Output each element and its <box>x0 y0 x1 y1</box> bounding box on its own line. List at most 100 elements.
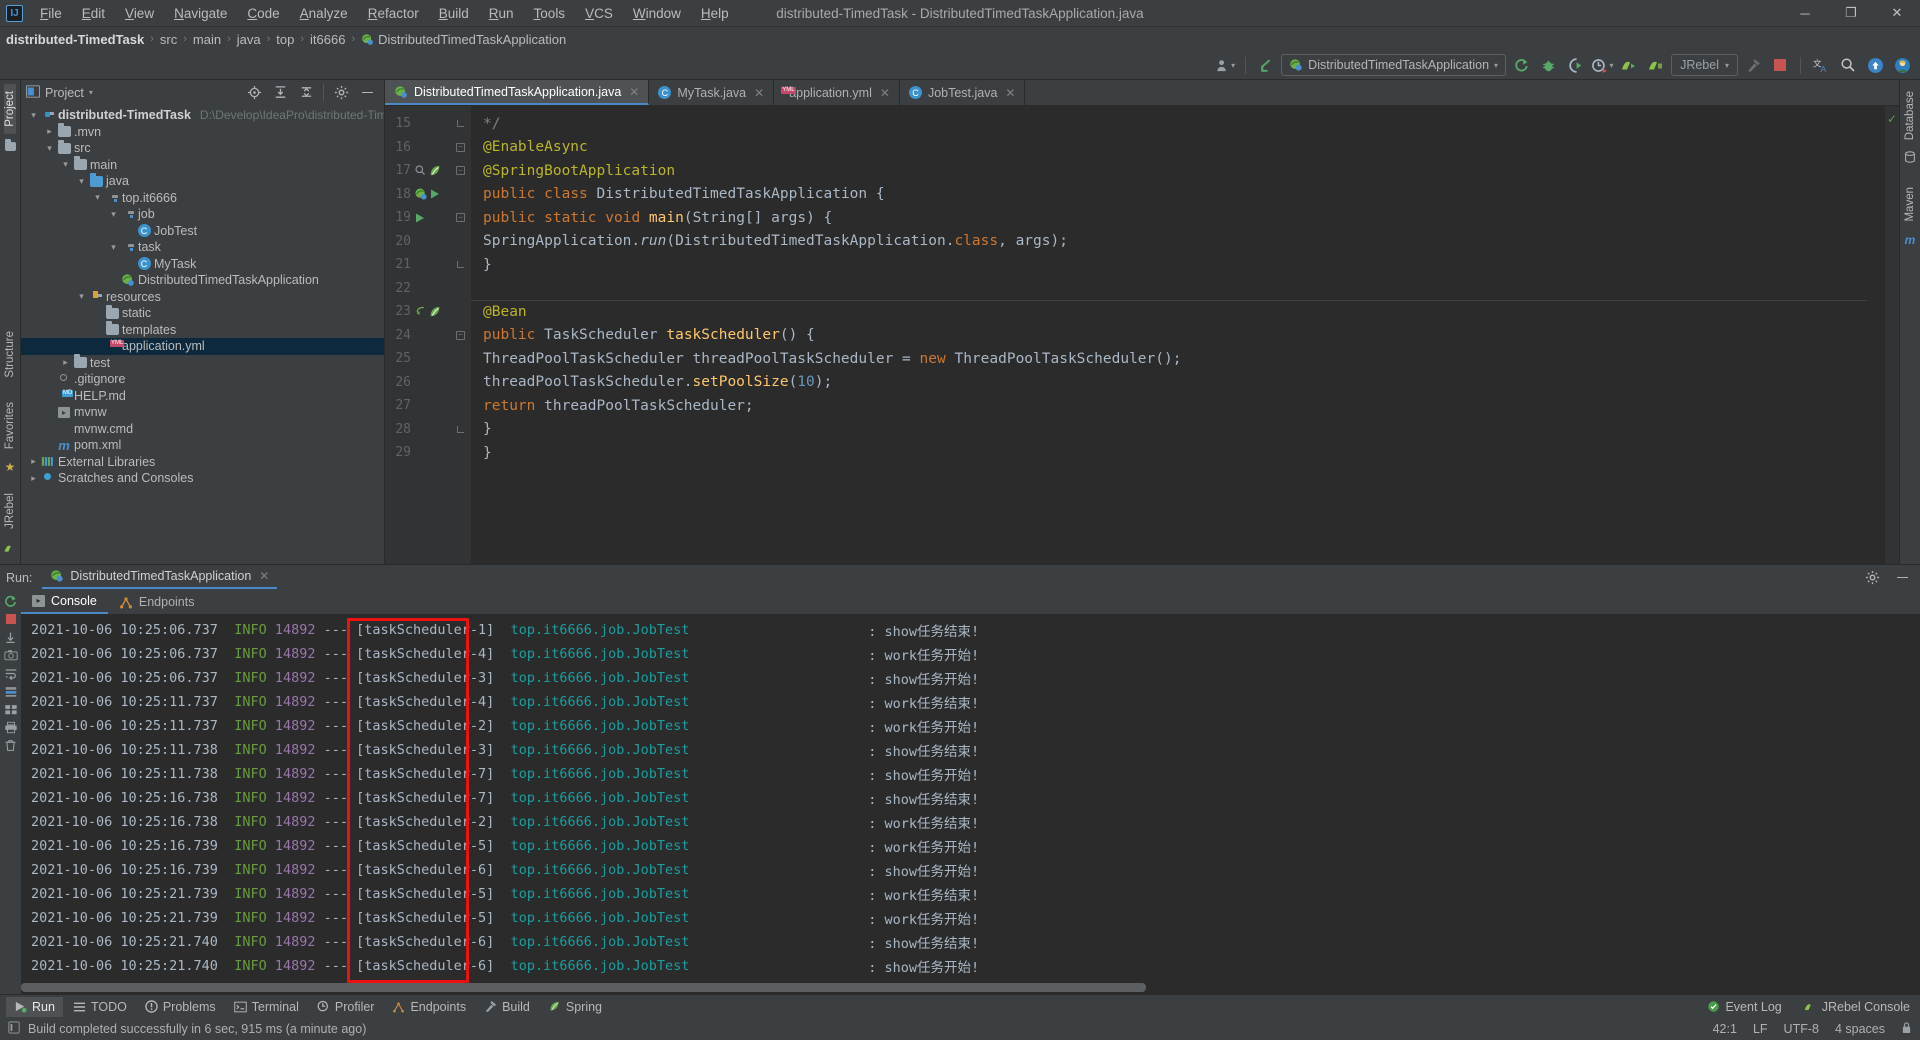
project-tree[interactable]: ▾ distributed-TimedTask D:\Develop\IdeaPro… <box>21 105 384 564</box>
code-line[interactable]: public class DistributedTimedTaskApplica… <box>471 183 1885 207</box>
tree-node-task[interactable]: ▾ task <box>21 239 384 256</box>
tool-window-button-todo[interactable]: TODO <box>65 997 135 1017</box>
code-content[interactable]: */@EnableAsync @SpringBootApplication publ… <box>471 106 1885 564</box>
sidebar-item-maven[interactable]: Maven <box>1904 180 1916 229</box>
gutter-line[interactable]: 19 − <box>385 206 471 230</box>
gutter-line[interactable]: 24 − <box>385 324 471 348</box>
breadcrumb-item-src[interactable]: src <box>160 32 177 47</box>
caret-position[interactable]: 42:1 <box>1713 1022 1737 1036</box>
run-gutter-icon[interactable] <box>429 188 441 200</box>
hammer-icon[interactable] <box>1741 53 1765 77</box>
tree-node-jobtest[interactable]: C JobTest <box>21 223 384 240</box>
translate-icon[interactable]: 文A <box>1809 53 1833 77</box>
sidebar-item-structure[interactable]: Structure <box>4 324 16 385</box>
close-icon[interactable]: ✕ <box>880 86 890 100</box>
code-line[interactable]: @Bean <box>471 300 1885 324</box>
tool-window-button-endpoints[interactable]: Endpoints <box>384 997 474 1017</box>
chevron-down-icon[interactable]: ▾ <box>59 159 72 170</box>
editor-tab-jobtest-java[interactable]: C JobTest.java ✕ <box>900 80 1026 105</box>
lock-icon[interactable] <box>1901 1021 1912 1037</box>
chevron-down-icon[interactable]: ▾ <box>89 88 93 97</box>
spring-leaf-icon[interactable] <box>428 164 442 178</box>
search-everywhere-icon[interactable] <box>1836 53 1860 77</box>
menu-item-vcs[interactable]: VCS <box>576 3 622 24</box>
gutter-line[interactable]: 26 <box>385 371 471 395</box>
inspection-ok-icon[interactable]: ✓ <box>1887 112 1897 126</box>
code-line[interactable]: public TaskScheduler taskScheduler() { <box>471 324 1885 348</box>
gutter-line[interactable]: 21 <box>385 253 471 277</box>
close-icon[interactable]: ✕ <box>754 86 764 100</box>
gear-icon[interactable] <box>329 81 353 105</box>
gutter-line[interactable]: 25 <box>385 347 471 371</box>
chevron-right-icon[interactable]: ▸ <box>59 357 72 368</box>
menu-item-build[interactable]: Build <box>430 3 478 24</box>
indent-setting[interactable]: 4 spaces <box>1835 1022 1885 1036</box>
editor-scroll-markers[interactable]: ✓ <box>1885 106 1899 564</box>
gutter-line[interactable]: 17 − <box>385 159 471 183</box>
breadcrumb-item-distributedtimedtaskapplication[interactable]: DistributedTimedTaskApplication <box>361 32 566 47</box>
code-line[interactable]: } <box>471 418 1885 442</box>
tree-node-java[interactable]: ▾ java <box>21 172 384 190</box>
editor-tab-distributedtimedtaskapplication-java[interactable]: DistributedTimedTaskApplication.java ✕ <box>385 80 650 105</box>
tree-node-mvnw[interactable]: ▸ mvnw <box>21 404 384 421</box>
run-subtab-endpoints[interactable]: Endpoints <box>108 590 206 614</box>
update-project-icon[interactable] <box>1254 53 1278 77</box>
chevron-right-icon[interactable]: ▸ <box>27 456 40 467</box>
code-line[interactable]: } <box>471 253 1885 277</box>
gutter-icons[interactable] <box>414 164 442 178</box>
fold-end-icon[interactable] <box>456 425 465 434</box>
debug-icon[interactable] <box>1536 53 1560 77</box>
avatar-icon[interactable]: ▾ <box>1213 53 1237 77</box>
gutter-line[interactable]: 27 <box>385 394 471 418</box>
code-line[interactable]: SpringApplication. run(DistributedTimedTa… <box>471 230 1885 254</box>
jrebel-strip-icon[interactable] <box>3 542 17 558</box>
tree-node-pom-xml[interactable]: m pom.xml <box>21 437 384 454</box>
code-line[interactable]: threadPoolTaskScheduler. setPoolSize(10); <box>471 371 1885 395</box>
menu-item-navigate[interactable]: Navigate <box>165 3 236 24</box>
spring-leaf-icon[interactable] <box>428 305 442 319</box>
tree-node-top-it6666[interactable]: ▾ top.it6666 <box>21 190 384 207</box>
close-icon[interactable]: ✕ <box>629 85 639 99</box>
chevron-down-icon[interactable]: ▾ <box>91 192 104 203</box>
tree-node-scratches-and-consoles[interactable]: ▸ Scratches and Consoles <box>21 470 384 487</box>
fold-collapse-icon[interactable]: − <box>456 142 465 152</box>
editor-gutter[interactable]: 15 16 − 17 − 18 19 − 20 21 22 23 24 − 25 26 27 28 29 <box>385 106 471 564</box>
gutter-icons[interactable] <box>414 212 426 224</box>
fold-collapse-icon[interactable]: − <box>456 213 465 223</box>
filter-icon[interactable] <box>2 682 20 700</box>
menu-item-file[interactable]: File <box>31 3 71 24</box>
collapse-all-icon[interactable] <box>294 81 318 105</box>
gutter-icons[interactable] <box>414 305 442 319</box>
run-config-tab[interactable]: DistributedTimedTaskApplication ✕ <box>42 566 278 589</box>
gutter-line[interactable]: 16 − <box>385 136 471 160</box>
tree-node-mvnw-cmd[interactable]: mvnw.cmd <box>21 421 384 438</box>
chevron-down-icon[interactable]: ▾ <box>75 176 88 187</box>
tree-node-resources[interactable]: ▾ resources <box>21 289 384 306</box>
chevron-down-icon[interactable]: ▾ <box>107 242 120 253</box>
console-hscrollbar[interactable] <box>21 983 1416 992</box>
fold-collapse-icon[interactable]: − <box>456 330 465 340</box>
folder-strip-icon[interactable] <box>4 138 16 151</box>
navigate-icon[interactable] <box>414 305 427 318</box>
close-icon[interactable]: ✕ <box>259 569 269 583</box>
star-icon[interactable]: ★ <box>5 460 16 474</box>
sidebar-item-favorites[interactable]: Favorites <box>4 395 16 456</box>
user-avatar-icon[interactable] <box>1890 53 1914 77</box>
tree-node-help-md[interactable]: MD HELP.md <box>21 388 384 405</box>
tree-node-distributedtimedtaskapplication[interactable]: DistributedTimedTaskApplication <box>21 272 384 289</box>
code-editor[interactable]: 15 16 − 17 − 18 19 − 20 21 22 23 24 − 25 26 27 28 29 */@En… <box>385 106 1899 564</box>
gear-icon[interactable] <box>1860 566 1884 590</box>
run-with-coverage-icon[interactable] <box>1563 53 1587 77</box>
chevron-down-icon[interactable]: ▾ <box>43 143 56 154</box>
run-configuration-selector[interactable]: DistributedTimedTaskApplication ▾ <box>1281 54 1507 76</box>
rerun-icon[interactable] <box>2 592 20 610</box>
chevron-down-icon[interactable]: ▾ <box>107 209 120 220</box>
spring-bean-icon[interactable] <box>414 187 428 201</box>
breadcrumb-item-main[interactable]: main <box>193 32 221 47</box>
maven-icon[interactable]: m <box>1905 233 1916 247</box>
editor-tab-application-yml[interactable]: YML application.yml ✕ <box>774 80 900 105</box>
menu-item-analyze[interactable]: Analyze <box>291 3 357 24</box>
tree-node--mvn[interactable]: ▸ .mvn <box>21 123 384 141</box>
gutter-line[interactable]: 20 <box>385 230 471 254</box>
tree-node-static[interactable]: static <box>21 304 384 322</box>
